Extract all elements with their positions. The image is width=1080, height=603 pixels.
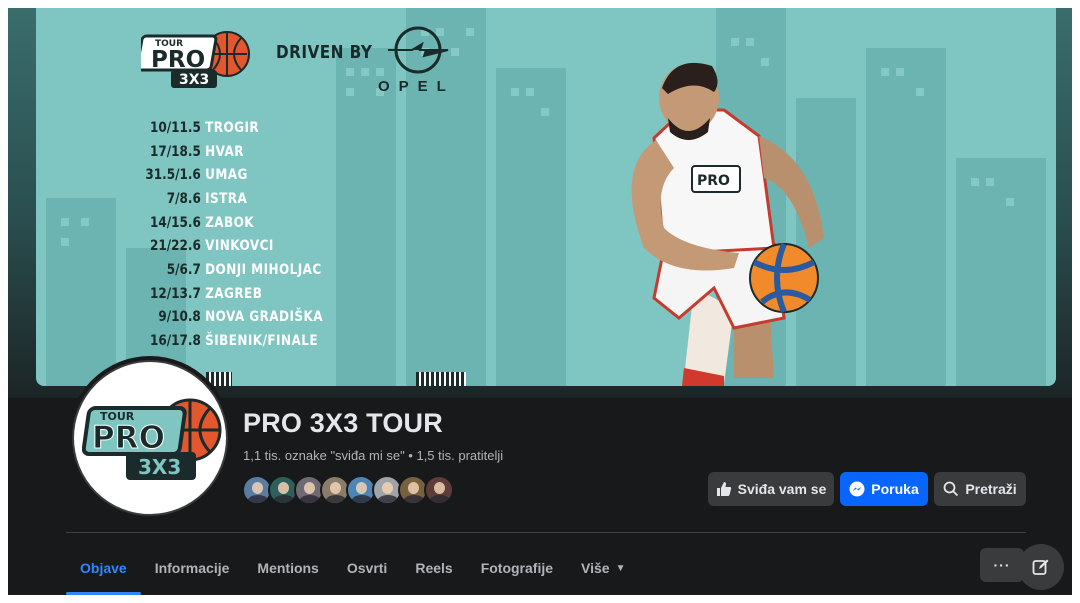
schedule-city: HVAR [205,143,245,160]
schedule-row: 10/11.5 TROGIR [126,116,350,140]
schedule-date: 17/18.5 [149,143,201,160]
sponsor-name: OPEL [378,78,455,95]
caret-down-icon: ▼ [615,562,626,574]
tab-photos[interactable]: Fotografije [467,543,567,593]
schedule-row: 5/6.7 DONJI MIHOLJAC [126,258,350,282]
tab-label: Osvrti [346,560,388,576]
message-button-label: Poruka [871,481,919,497]
schedule-row: 21/22.6 VINKOVCI [126,234,350,258]
divider [66,532,1026,533]
tab-more[interactable]: Više ▼ [567,543,639,593]
tab-label: Reels [415,560,453,576]
schedule-row: 12/13.7 ZAGREB [126,282,350,306]
friend-avatar[interactable] [424,475,454,505]
schedule-date: 12/13.7 [149,285,201,302]
tab-posts[interactable]: Objave [66,543,141,595]
svg-text:3X3: 3X3 [138,455,181,479]
tab-label: Fotografije [480,560,554,576]
like-page-button[interactable]: Sviđa vam se [708,472,834,506]
schedule-city: ISTRA [205,190,248,207]
friend-avatars[interactable] [242,475,454,505]
tab-reviews[interactable]: Osvrti [333,543,401,593]
profile-picture[interactable]: TOUR PRO 3X3 [68,356,232,520]
schedule-row: 17/18.5 HVAR [126,140,350,164]
page-stats[interactable]: 1,1 tis. oznake "sviđa mi se" • 1,5 tis.… [243,448,503,463]
schedule-date: 21/22.6 [149,238,201,255]
schedule-city: ZABOK [205,214,255,231]
pro-3x3-tour-logo: TOUR PRO 3X3 [141,31,250,88]
schedule-date: 7/8.6 [166,190,201,207]
new-message-button[interactable] [1018,544,1064,590]
schedule-city: UMAG [205,167,248,184]
schedule-row: 14/15.6 ZABOK [126,211,350,235]
tab-label: Više [581,560,610,576]
tab-mentions[interactable]: Mentions [243,543,332,593]
search-page-button[interactable]: Pretraži [934,472,1026,506]
driven-by-text: DRIVEN BY [276,42,373,63]
schedule-date: 5/6.7 [166,261,201,278]
svg-text:PRO: PRO [92,420,165,456]
schedule-row: 9/10.8 NOVA GRADIŠKA [126,306,350,330]
pro-3x3-tour-avatar-logo: TOUR PRO 3X3 [82,398,222,480]
tab-about[interactable]: Informacije [141,543,244,593]
facebook-page-header: TOUR PRO 3X3 DRIVEN BY OPEL 10/11.5 TROGI… [8,8,1072,595]
tab-reels[interactable]: Reels [401,543,466,593]
schedule-city: NOVA GRADIŠKA [205,309,323,326]
basketball-player-illustration: PRO [631,62,824,386]
schedule-date: 10/11.5 [149,119,201,136]
schedule-city: ŠIBENIK/FINALE [205,333,318,350]
compose-icon [1032,559,1049,575]
schedule-date: 9/10.8 [158,309,201,326]
schedule-row: 31.5/1.6 UMAG [126,163,350,187]
svg-text:3X3: 3X3 [179,72,209,88]
cover-photo[interactable]: TOUR PRO 3X3 DRIVEN BY OPEL 10/11.5 TROGI… [36,8,1056,386]
schedule-city: TROGIR [205,119,260,136]
message-button[interactable]: Poruka [840,472,928,506]
messenger-icon [849,481,865,497]
schedule-city: VINKOVCI [205,238,274,255]
schedule-city: DONJI MIHOLJAC [205,261,322,278]
svg-text:PRO: PRO [151,47,205,73]
tour-schedule: 10/11.5 TROGIR 17/18.5 HVAR 31.5/1.6 UMAG 7… [126,116,386,353]
schedule-city: ZAGREB [205,285,263,302]
opel-logo-icon [388,26,449,74]
schedule-date: 16/17.8 [149,333,201,350]
search-icon [943,481,959,497]
tab-label: Mentions [257,560,319,576]
svg-text:PRO: PRO [697,173,730,189]
qr-code [416,372,466,386]
thumbs-up-icon [716,482,731,496]
schedule-row: 16/17.8 ŠIBENIK/FINALE [126,329,350,353]
search-button-label: Pretraži [965,481,1017,497]
like-button-label: Sviđa vam se [737,481,827,497]
schedule-row: 7/8.6 ISTRA [126,187,350,211]
schedule-date: 31.5/1.6 [145,167,201,184]
tab-label: Informacije [154,560,230,576]
tab-label: Objave [80,560,127,576]
page-title: PRO 3X3 TOUR [243,408,443,438]
page-tabs: Objave Informacije Mentions Osvrti Reels… [66,543,639,595]
schedule-date: 14/15.6 [149,214,201,231]
